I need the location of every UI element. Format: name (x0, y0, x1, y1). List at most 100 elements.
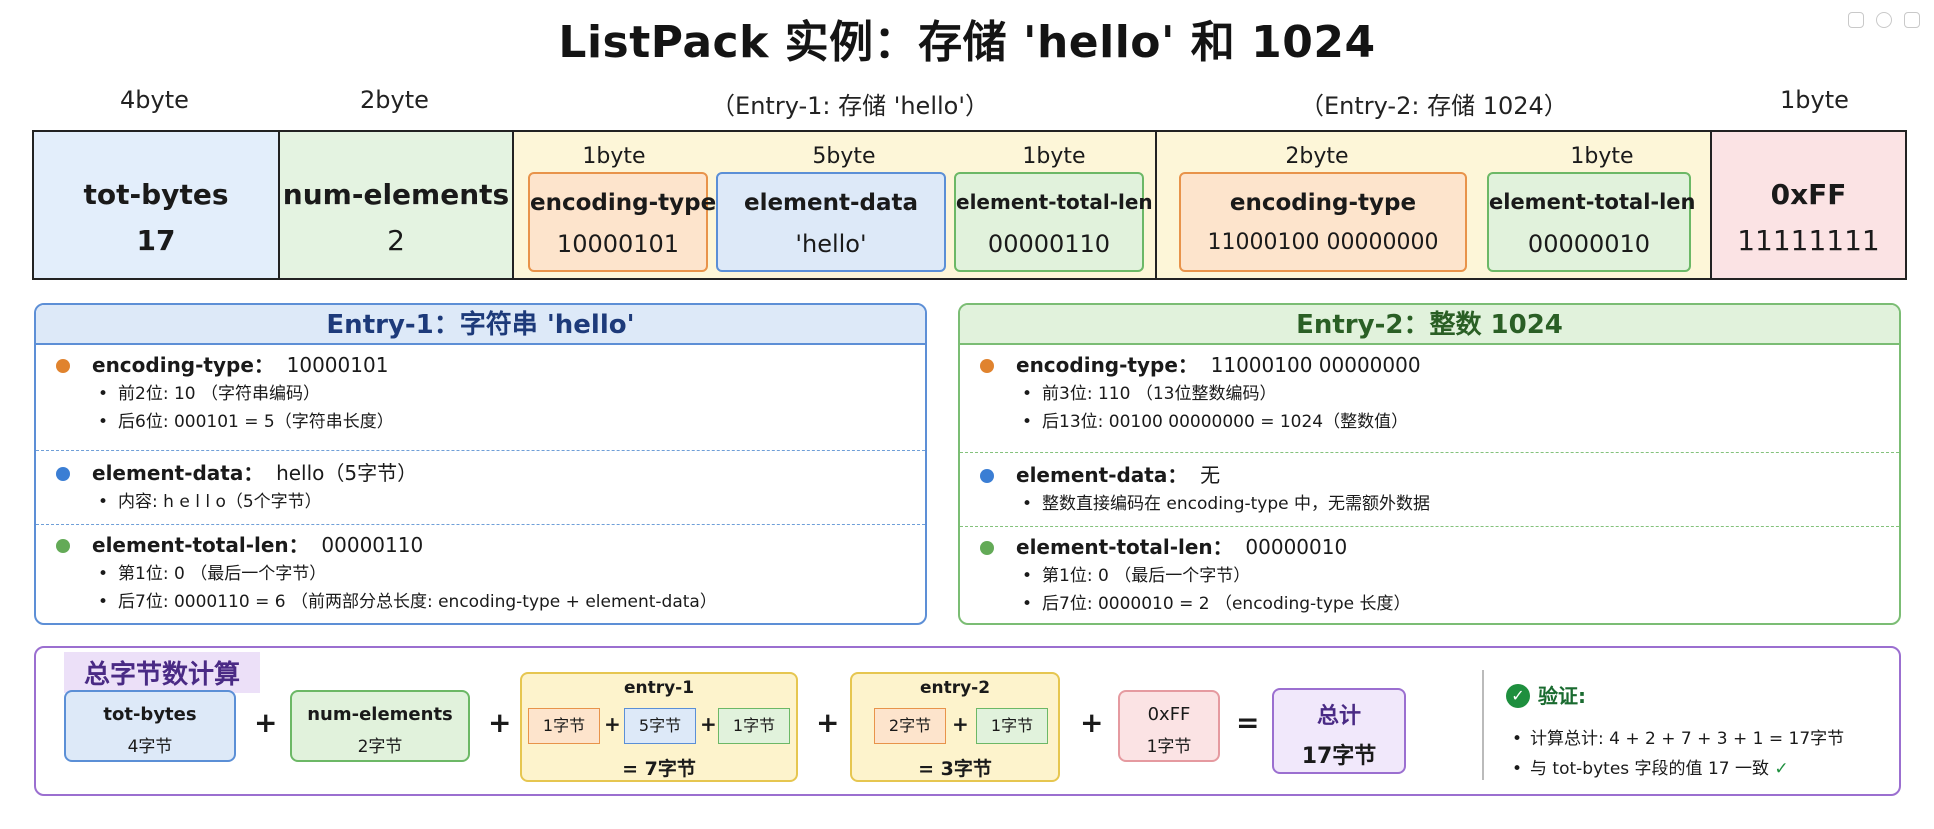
detail-section: element-total-len： 00000110 第1位: 0 （最后一个… (36, 525, 925, 621)
calc-name: entry-2 (919, 678, 991, 698)
size-label-num: 2byte (360, 86, 429, 114)
end-cell: 0xFF 11111111 (1712, 132, 1905, 278)
detail-value: 10000101 (286, 353, 389, 377)
entry1-field2-size: 5byte (812, 144, 876, 169)
calc-num-elements: num-elements 2字节 (290, 690, 470, 762)
entry2-sum: = 3字节 (918, 758, 992, 780)
detail-bullet: 内容: h e l l o（5个字节） (92, 488, 925, 516)
detail-bullet: 后6位: 000101 = 5（字符串长度） (92, 408, 925, 436)
verification-block: ✓ 验证: 计算总计: 4 + 2 + 7 + 3 + 1 = 17字节 与 t… (1482, 670, 1892, 780)
calc-name: tot-bytes (103, 704, 197, 725)
check-mark-icon: ✓ (1774, 759, 1789, 779)
field-value: 00000110 (987, 230, 1111, 258)
entry1-element-data: element-data 'hello' (716, 172, 946, 272)
entry1-field3-size: 1byte (1022, 144, 1086, 169)
detail-key: encoding-type： (1016, 353, 1198, 377)
blue-dot-icon (980, 469, 994, 483)
detail-section: element-data： hello（5字节） 内容: h e l l o（5… (36, 451, 925, 525)
copy-icon[interactable] (1848, 12, 1864, 28)
entry2-label: （Entry-2: 存储 1024） (1300, 92, 1568, 120)
detail-value: 00000010 (1245, 535, 1348, 559)
field-value: 10000101 (556, 230, 680, 258)
entry1-part: 1字节 (528, 708, 600, 744)
detail-section: element-data： 无 整数直接编码在 encoding-type 中，… (960, 453, 1899, 527)
plus-sign: + (604, 712, 621, 736)
field-name: encoding-type (530, 190, 717, 216)
detail-bullet: 第1位: 0 （最后一个字节） (1016, 562, 1899, 590)
panel-title: Entry-2：整数 1024 (960, 305, 1899, 345)
blue-dot-icon (56, 467, 70, 481)
entry1-part: 1字节 (718, 708, 790, 744)
plus-sign: + (700, 712, 717, 736)
entry1-element-total-len: element-total-len 00000110 (954, 172, 1153, 272)
panel-title: Entry-1：字符串 'hello' (36, 305, 925, 345)
detail-value: 11000100 00000000 (1210, 353, 1421, 377)
orange-dot-icon (56, 359, 70, 373)
detail-section: element-total-len： 00000010 第1位: 0 （最后一个… (960, 527, 1899, 623)
listpack-layout: tot-bytes 17 num-elements 2 1byte 5byte … (32, 130, 1907, 280)
tot-bytes-cell: tot-bytes 17 (34, 132, 280, 278)
calc-bytes: 4字节 (127, 737, 173, 757)
detail-bullet: 前3位: 110 （13位整数编码） (1016, 380, 1899, 408)
entry2-part: 1字节 (976, 708, 1048, 744)
detail-bullet: 后7位: 0000010 = 2 （encoding-type 长度） (1016, 590, 1899, 618)
plus-sign: + (952, 712, 969, 736)
detail-bullet: 整数直接编码在 encoding-type 中，无需额外数据 (1016, 490, 1899, 518)
detail-bullet: 后13位: 00100 00000000 = 1024（整数值） (1016, 408, 1899, 436)
entry1-field1-size: 1byte (582, 144, 646, 169)
detail-key: element-data： (1016, 463, 1188, 487)
entry1-detail-panel: Entry-1：字符串 'hello' encoding-type： 10000… (34, 303, 927, 625)
detail-key: element-total-len： (1016, 535, 1233, 559)
result-value: 17字节 (1301, 744, 1377, 769)
page-title: ListPack 实例：存储 'hello' 和 1024 (558, 17, 1376, 68)
num-elements-cell: num-elements 2 (280, 132, 514, 278)
calc-end: 0xFF 1字节 (1118, 690, 1220, 762)
entry2-cell: 2byte 1byte encoding-type 11000100 00000… (1157, 132, 1712, 278)
field-value: 00000010 (1527, 230, 1651, 258)
detail-key: element-data： (92, 461, 264, 485)
plus-sign: + (816, 706, 840, 739)
plus-sign: + (254, 706, 278, 739)
orange-dot-icon (980, 359, 994, 373)
info-icon[interactable] (1876, 12, 1892, 28)
plus-sign: + (1080, 706, 1104, 739)
entry1-part: 5字节 (624, 708, 696, 744)
equals-sign: = (1236, 706, 1260, 739)
detail-value: 00000110 (321, 533, 424, 557)
entry2-field1-size: 2byte (1285, 144, 1349, 169)
verify-title: 验证: (1538, 684, 1586, 708)
field-name: element-data (743, 190, 919, 216)
window-controls (1848, 12, 1920, 28)
detail-value: hello（5字节） (276, 461, 418, 485)
end-value: 11111111 (1737, 224, 1880, 257)
check-circle-icon: ✓ (1506, 684, 1530, 708)
detail-value: 无 (1200, 463, 1221, 487)
detail-bullet: 前2位: 10 （字符串编码） (92, 380, 925, 408)
result-label: 总计 (1316, 704, 1361, 729)
close-icon[interactable] (1904, 12, 1920, 28)
detail-key: element-total-len： (92, 533, 309, 557)
detail-key: encoding-type： (92, 353, 274, 377)
calc-bytes: 1字节 (1146, 737, 1192, 757)
num-elements-value: 2 (387, 224, 405, 257)
calc-entry1: entry-1 1字节 + 5字节 + 1字节 = 7字节 (520, 672, 798, 782)
calc-bytes: 2字节 (357, 737, 403, 757)
entry2-detail-panel: Entry-2：整数 1024 encoding-type： 11000100 … (958, 303, 1901, 625)
field-name: element-total-len (956, 190, 1153, 214)
detail-bullet: 后7位: 0000110 = 6 （前两部分总长度: encoding-type… (92, 588, 925, 616)
calc-name: entry-1 (623, 678, 695, 698)
calc-tot-bytes: tot-bytes 4字节 (64, 690, 236, 762)
field-name: element-total-len (1489, 190, 1696, 214)
calc-entry2: entry-2 2字节 + 1字节 = 3字节 (850, 672, 1060, 782)
entry1-label: （Entry-1: 存储 'hello'） (711, 92, 989, 120)
verify-line: 与 tot-bytes 字段的值 17 一致 ✓ (1512, 754, 1789, 779)
field-name: encoding-type (1229, 190, 1417, 216)
detail-bullet: 第1位: 0 （最后一个字节） (92, 560, 925, 588)
entry2-field2-size: 1byte (1570, 144, 1634, 169)
entry1-encoding-type: encoding-type 10000101 (528, 172, 717, 272)
end-name: 0xFF (1770, 178, 1847, 211)
tot-bytes-value: 17 (136, 224, 176, 257)
total-calculation-panel: 总字节数计算 tot-bytes 4字节 + num-elements 2字节 … (34, 646, 1901, 796)
plus-sign: + (488, 706, 512, 739)
entry2-element-total-len: element-total-len 00000010 (1487, 172, 1696, 272)
